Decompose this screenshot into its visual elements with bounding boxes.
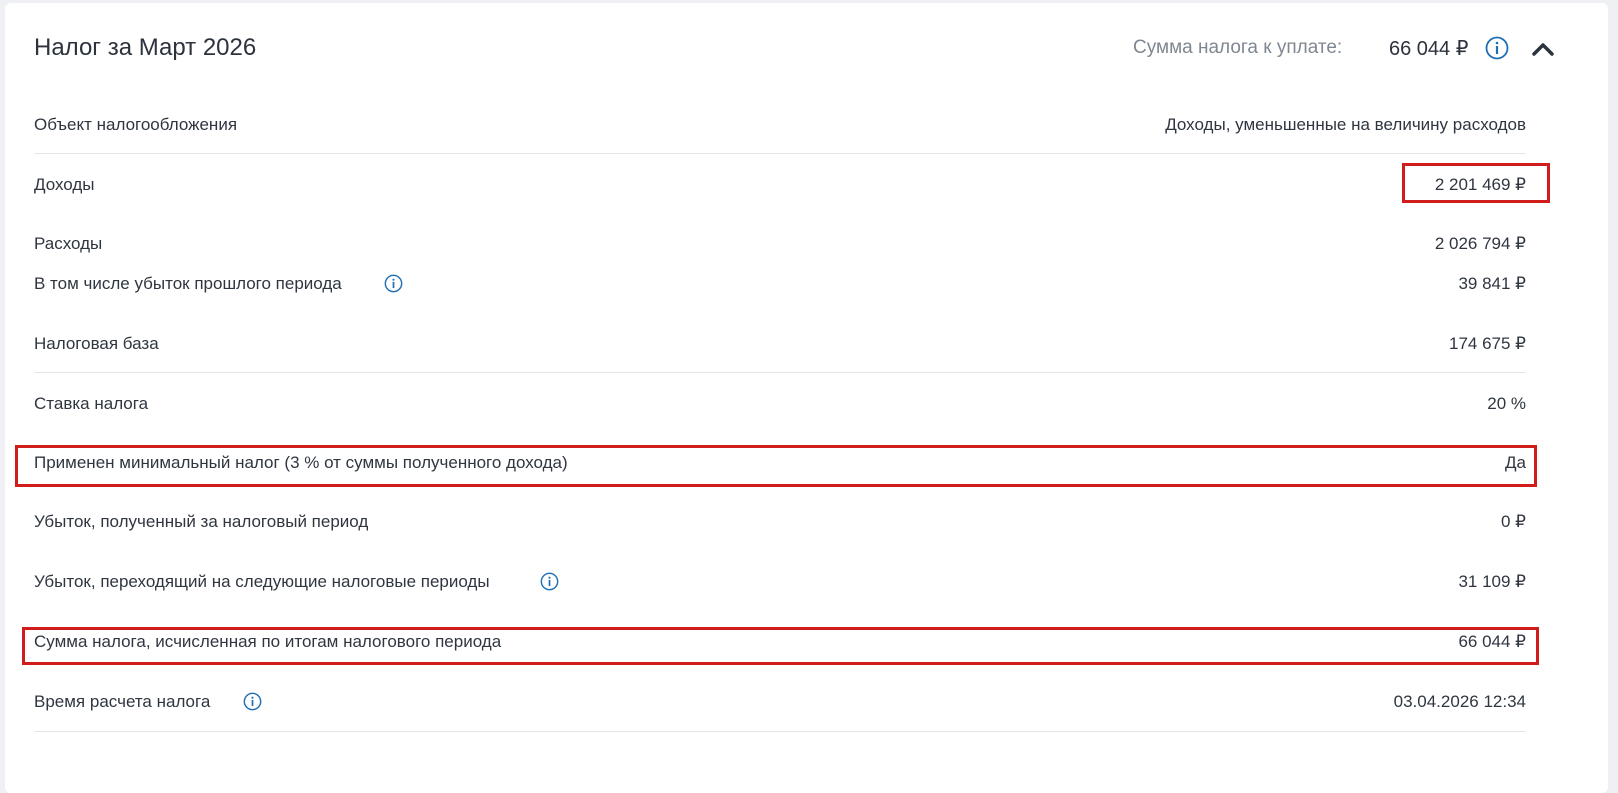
info-icon[interactable] (540, 572, 559, 591)
row-period-loss: Убыток, полученный за налоговый период 0… (34, 502, 1526, 542)
row-label: В том числе убыток прошлого периода (34, 274, 342, 293)
row-label: Убыток, переходящий на следующие налогов… (34, 572, 490, 591)
total-value: 66 044 ₽ (1389, 38, 1469, 60)
info-icon[interactable] (384, 274, 403, 293)
row-label: Доходы (34, 175, 95, 194)
info-icon[interactable] (243, 692, 262, 711)
row-label: Расходы (34, 234, 103, 253)
row-expenses: Расходы 2 026 794 ₽ (34, 224, 1526, 264)
row-income: Доходы 2 201 469 ₽ (34, 165, 1526, 205)
highlight-calculated-tax (22, 627, 1539, 665)
row-tax-object: Объект налогообложения Доходы, уменьшенн… (34, 105, 1526, 145)
row-value: 03.04.2026 12:34 (1393, 692, 1526, 711)
total-label: Сумма налога к уплате: (1133, 37, 1343, 58)
divider (34, 731, 1526, 732)
tax-header: Налог за Март 2026 Сумма налога к уплате… (34, 32, 1554, 68)
row-value: 0 ₽ (1501, 512, 1526, 531)
row-tax-rate: Ставка налога 20 % (34, 384, 1526, 424)
row-label: Объект налогообложения (34, 115, 238, 134)
row-value: 2 026 794 ₽ (1434, 234, 1526, 253)
row-tax-base: Налоговая база 174 675 ₽ (34, 324, 1526, 364)
row-calculation-time: Время расчета налога 03.04.2026 12:34 (34, 682, 1526, 722)
row-label: Убыток, полученный за налоговый период (34, 512, 369, 531)
row-value: 31 109 ₽ (1458, 572, 1526, 591)
row-value: Доходы, уменьшенные на величину расходов (1165, 115, 1526, 134)
divider (34, 153, 1526, 154)
row-previous-loss: В том числе убыток прошлого периода 39 8… (34, 264, 1526, 304)
chevron-up-icon[interactable] (1530, 38, 1556, 60)
row-value: 39 841 ₽ (1458, 274, 1526, 293)
highlight-income (1402, 163, 1550, 203)
info-icon[interactable] (1485, 36, 1509, 60)
row-label: Налоговая база (34, 334, 159, 353)
row-carryover-loss: Убыток, переходящий на следующие налогов… (34, 562, 1526, 602)
highlight-minimum-tax (15, 445, 1537, 487)
divider (34, 372, 1526, 373)
row-label: Время расчета налога (34, 692, 211, 711)
row-value: 20 % (1487, 394, 1526, 413)
page-title: Налог за Март 2026 (34, 34, 257, 61)
row-value: 174 675 ₽ (1449, 334, 1526, 353)
row-label: Ставка налога (34, 394, 149, 413)
